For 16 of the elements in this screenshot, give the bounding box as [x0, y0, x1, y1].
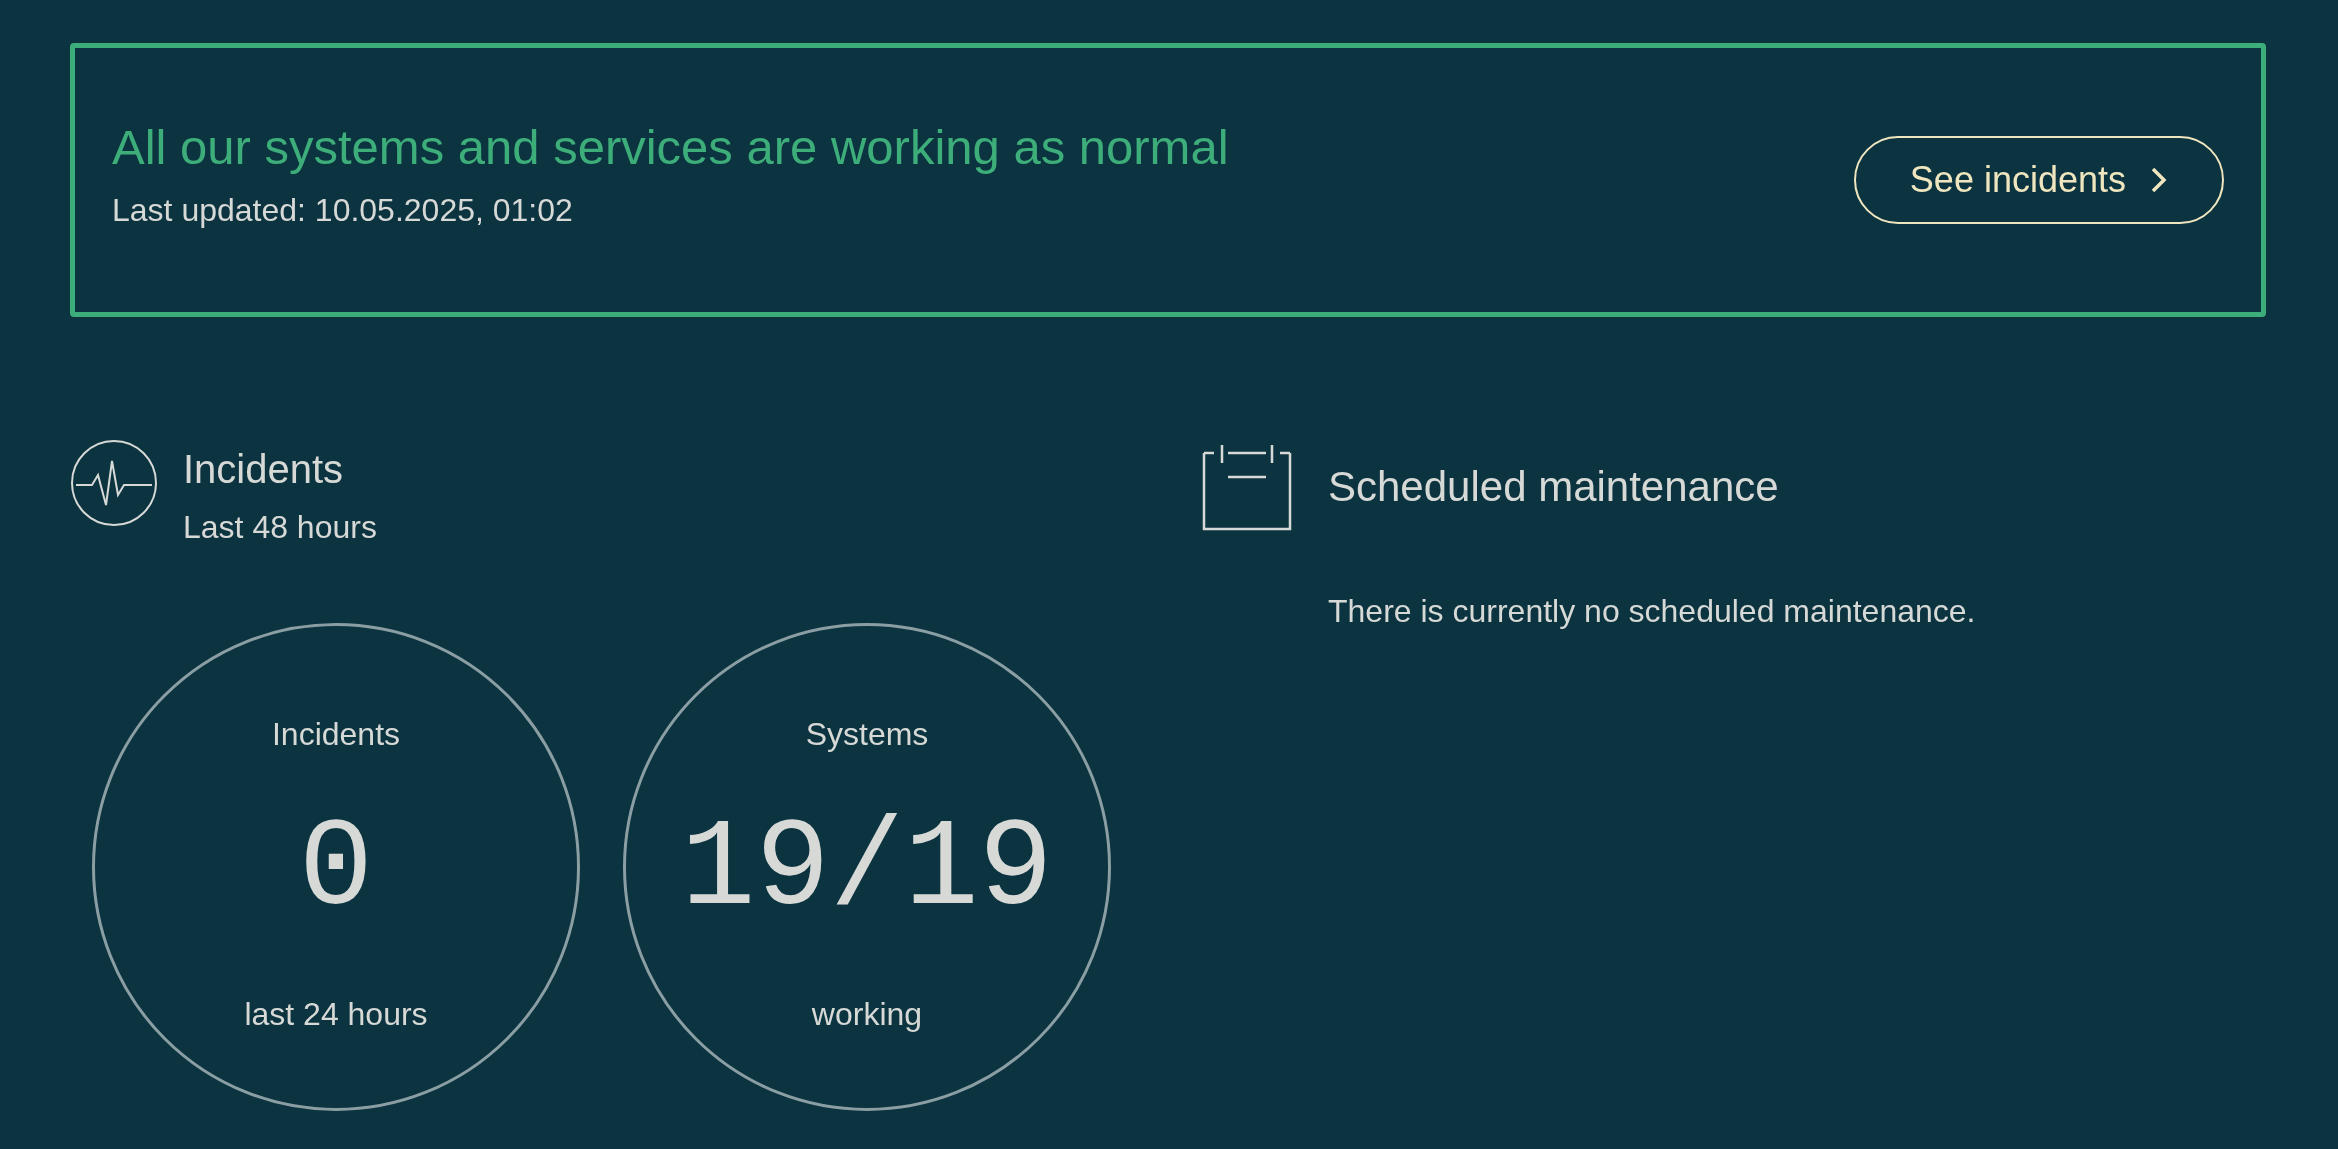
stat-label: Incidents: [271, 718, 401, 750]
chevron-right-icon: [2150, 166, 2168, 194]
see-incidents-button[interactable]: See incidents: [1853, 136, 2224, 224]
section-title: Incidents: [183, 449, 345, 489]
stat-value: 19/19: [680, 808, 1054, 932]
status-title: All our systems and services are working as normal: [112, 122, 1229, 172]
pulse-icon: [70, 439, 158, 527]
stat-label: Systems: [805, 718, 929, 750]
section-title: Scheduled maintenance: [1328, 466, 1779, 508]
stat-caption: last 24 hours: [244, 998, 428, 1030]
last-updated-text: Last updated: 10.05.2025, 01:02: [112, 193, 574, 226]
calendar-icon: [1202, 443, 1292, 531]
stat-caption: working: [811, 998, 923, 1030]
section-subtitle: Last 48 hours: [183, 511, 377, 543]
maintenance-message: There is currently no scheduled maintenance.: [1328, 595, 1976, 627]
stat-value: 0: [298, 808, 374, 932]
